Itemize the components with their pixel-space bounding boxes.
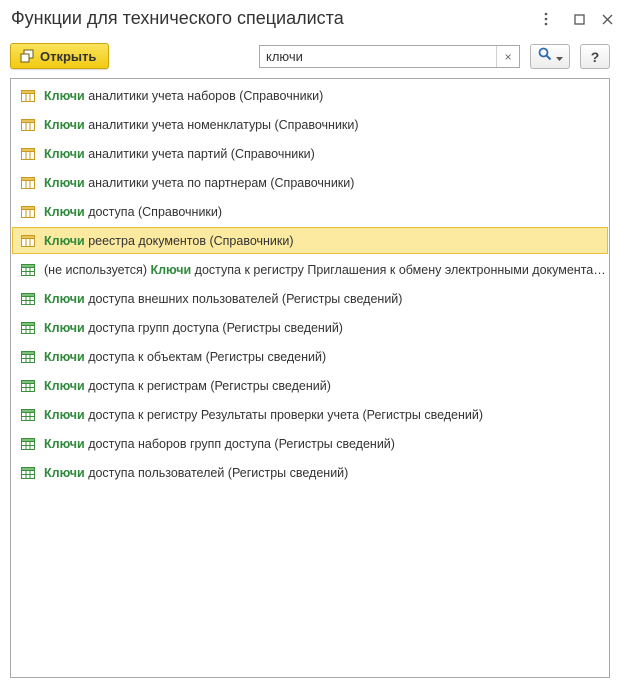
chevron-down-icon bbox=[555, 48, 563, 66]
catalog-table-icon bbox=[21, 205, 35, 218]
list-item-keyword: Ключи bbox=[44, 349, 85, 364]
list-item[interactable]: Ключи доступа пользователей (Регистры св… bbox=[12, 459, 608, 486]
help-button[interactable]: ? bbox=[580, 44, 610, 69]
list-item[interactable]: Ключи доступа наборов групп доступа (Рег… bbox=[12, 430, 608, 457]
list-item-prefix: (не используется) bbox=[44, 262, 151, 277]
list-item-description: доступа групп доступа (Регистры сведений… bbox=[84, 320, 343, 335]
list-item-description: доступа к регистру Результаты проверки у… bbox=[84, 407, 484, 422]
list-item-keyword: Ключи bbox=[44, 320, 85, 335]
list-item-keyword: Ключи bbox=[44, 88, 85, 103]
list-item-label: Ключи доступа пользователей (Регистры св… bbox=[44, 466, 348, 480]
list-item-keyword: Ключи bbox=[44, 117, 85, 132]
list-item-description: аналитики учета партий (Справочники) bbox=[84, 146, 315, 161]
open-form-icon bbox=[20, 49, 34, 63]
list-item-label: Ключи доступа к регистрам (Регистры свед… bbox=[44, 379, 331, 393]
catalog-table-icon bbox=[21, 176, 35, 189]
list-item[interactable]: Ключи доступа внешних пользователей (Рег… bbox=[12, 285, 608, 312]
search-input[interactable] bbox=[260, 46, 497, 67]
register-table-icon bbox=[21, 350, 35, 363]
open-button[interactable]: Открыть bbox=[10, 43, 109, 69]
vertical-dots-icon[interactable] bbox=[537, 9, 555, 29]
list-item-description: доступа к регистрам (Регистры сведений) bbox=[84, 378, 331, 393]
list-item-description: аналитики учета наборов (Справочники) bbox=[84, 88, 324, 103]
list-item[interactable]: Ключи доступа к объектам (Регистры сведе… bbox=[12, 343, 608, 370]
catalog-table-icon bbox=[21, 147, 35, 160]
list-item-keyword: Ключи bbox=[44, 378, 85, 393]
list-item-label: Ключи доступа (Справочники) bbox=[44, 205, 222, 219]
open-button-label: Открыть bbox=[40, 48, 97, 64]
list-item-description: доступа к объектам (Регистры сведений) bbox=[84, 349, 327, 364]
list-item[interactable]: Ключи доступа к регистрам (Регистры свед… bbox=[12, 372, 608, 399]
close-icon[interactable] bbox=[598, 9, 616, 29]
list-item-description: доступа (Справочники) bbox=[84, 204, 223, 219]
list-item-keyword: Ключи bbox=[150, 262, 192, 277]
window-title: Функции для технического специалиста bbox=[11, 8, 344, 28]
list-item-keyword: Ключи bbox=[44, 436, 85, 451]
list-item[interactable]: Ключи доступа (Справочники) bbox=[12, 198, 608, 225]
list-item-label: Ключи доступа внешних пользователей (Рег… bbox=[44, 292, 402, 306]
list-item[interactable]: Ключи доступа к регистру Результаты пров… bbox=[12, 401, 608, 428]
list-item-label: Ключи доступа наборов групп доступа (Рег… bbox=[44, 437, 395, 451]
list-item-description: аналитики учета по партнерам (Справочник… bbox=[84, 175, 355, 190]
list-item-label: Ключи аналитики учета по партнерам (Спра… bbox=[44, 176, 354, 190]
list-item[interactable]: Ключи доступа групп доступа (Регистры св… bbox=[12, 314, 608, 341]
dialog-window: Функции для технического специалиста Отк… bbox=[0, 0, 623, 687]
catalog-table-icon bbox=[21, 118, 35, 131]
list-item-description: доступа к регистру Приглашения к обмену … bbox=[191, 262, 608, 277]
register-table-icon bbox=[21, 379, 35, 392]
search-options-button[interactable] bbox=[530, 44, 570, 69]
list-item-label: Ключи аналитики учета партий (Справочник… bbox=[44, 147, 315, 161]
list-item-keyword: Ключи bbox=[44, 407, 85, 422]
clear-search-button[interactable]: × bbox=[496, 46, 519, 67]
list-item-description: доступа внешних пользователей (Регистры … bbox=[84, 291, 403, 306]
register-table-icon bbox=[21, 263, 35, 276]
list-item-label: Ключи доступа к регистру Результаты пров… bbox=[44, 408, 483, 422]
maximize-icon[interactable] bbox=[570, 9, 588, 29]
catalog-table-icon bbox=[21, 234, 35, 247]
list-item-label: (не используется) Ключи доступа к регист… bbox=[44, 263, 608, 277]
list-item-keyword: Ключи bbox=[44, 175, 85, 190]
list-item-description: доступа пользователей (Регистры сведений… bbox=[84, 465, 349, 480]
list-item-label: Ключи доступа групп доступа (Регистры св… bbox=[44, 321, 343, 335]
list-item-keyword: Ключи bbox=[44, 291, 85, 306]
list-item-label: Ключи доступа к объектам (Регистры сведе… bbox=[44, 350, 326, 364]
register-table-icon bbox=[21, 466, 35, 479]
magnifier-icon bbox=[538, 47, 552, 66]
register-table-icon bbox=[21, 437, 35, 450]
list-item[interactable]: Ключи аналитики учета по партнерам (Спра… bbox=[12, 169, 608, 196]
list-item-label: Ключи аналитики учета наборов (Справочни… bbox=[44, 89, 323, 103]
list-item-keyword: Ключи bbox=[44, 146, 85, 161]
register-table-icon bbox=[21, 408, 35, 421]
list-item[interactable]: Ключи аналитики учета наборов (Справочни… bbox=[12, 82, 608, 109]
list-item-keyword: Ключи bbox=[44, 465, 85, 480]
list-item[interactable]: Ключи аналитики учета номенклатуры (Спра… bbox=[12, 111, 608, 138]
register-table-icon bbox=[21, 292, 35, 305]
list-item-description: аналитики учета номенклатуры (Справочник… bbox=[84, 117, 359, 132]
list-item-label: Ключи аналитики учета номенклатуры (Спра… bbox=[44, 118, 359, 132]
register-table-icon bbox=[21, 321, 35, 334]
list-item[interactable]: Ключи аналитики учета партий (Справочник… bbox=[12, 140, 608, 167]
list-item-description: доступа наборов групп доступа (Регистры … bbox=[84, 436, 395, 451]
list-item-keyword: Ключи bbox=[44, 233, 85, 248]
results-list[interactable]: Ключи аналитики учета наборов (Справочни… bbox=[10, 78, 610, 678]
list-item-description: реестра документов (Справочники) bbox=[84, 233, 294, 248]
list-item[interactable]: (не используется) Ключи доступа к регист… bbox=[12, 256, 608, 283]
list-item-keyword: Ключи bbox=[44, 204, 85, 219]
list-item[interactable]: Ключи реестра документов (Справочники) bbox=[12, 227, 608, 254]
list-item-label: Ключи реестра документов (Справочники) bbox=[44, 234, 294, 248]
catalog-table-icon bbox=[21, 89, 35, 102]
search-field[interactable]: × bbox=[259, 45, 520, 68]
